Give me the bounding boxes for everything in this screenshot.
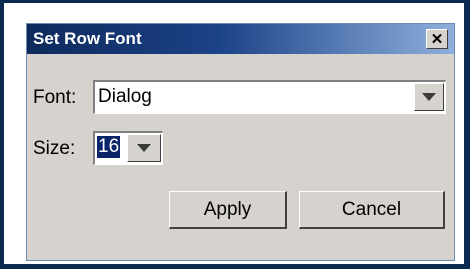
- font-select[interactable]: Dialog: [93, 80, 446, 114]
- chevron-down-icon: [137, 144, 151, 152]
- dialog-titlebar[interactable]: Set Row Font ✕: [27, 24, 454, 54]
- close-button[interactable]: ✕: [426, 29, 448, 49]
- font-select-value: Dialog: [98, 86, 152, 107]
- size-select-value: 16: [97, 136, 121, 158]
- size-select[interactable]: 16: [93, 131, 163, 165]
- cancel-button-label: Cancel: [341, 198, 402, 220]
- set-row-font-dialog: Set Row Font ✕ Font: Dialog Size: 16 App…: [26, 23, 455, 261]
- size-dropdown-button[interactable]: [127, 134, 161, 162]
- apply-button-label: Apply: [203, 198, 252, 220]
- dialog-title: Set Row Font: [33, 29, 142, 48]
- size-label: Size:: [33, 138, 76, 159]
- font-label: Font:: [33, 87, 77, 108]
- close-icon: ✕: [430, 30, 444, 48]
- font-dropdown-button[interactable]: [414, 83, 444, 111]
- apply-button[interactable]: Apply: [169, 191, 287, 229]
- cancel-button[interactable]: Cancel: [299, 191, 445, 229]
- chevron-down-icon: [422, 93, 436, 101]
- screen-background: Set Row Font ✕ Font: Dialog Size: 16 App…: [0, 0, 470, 269]
